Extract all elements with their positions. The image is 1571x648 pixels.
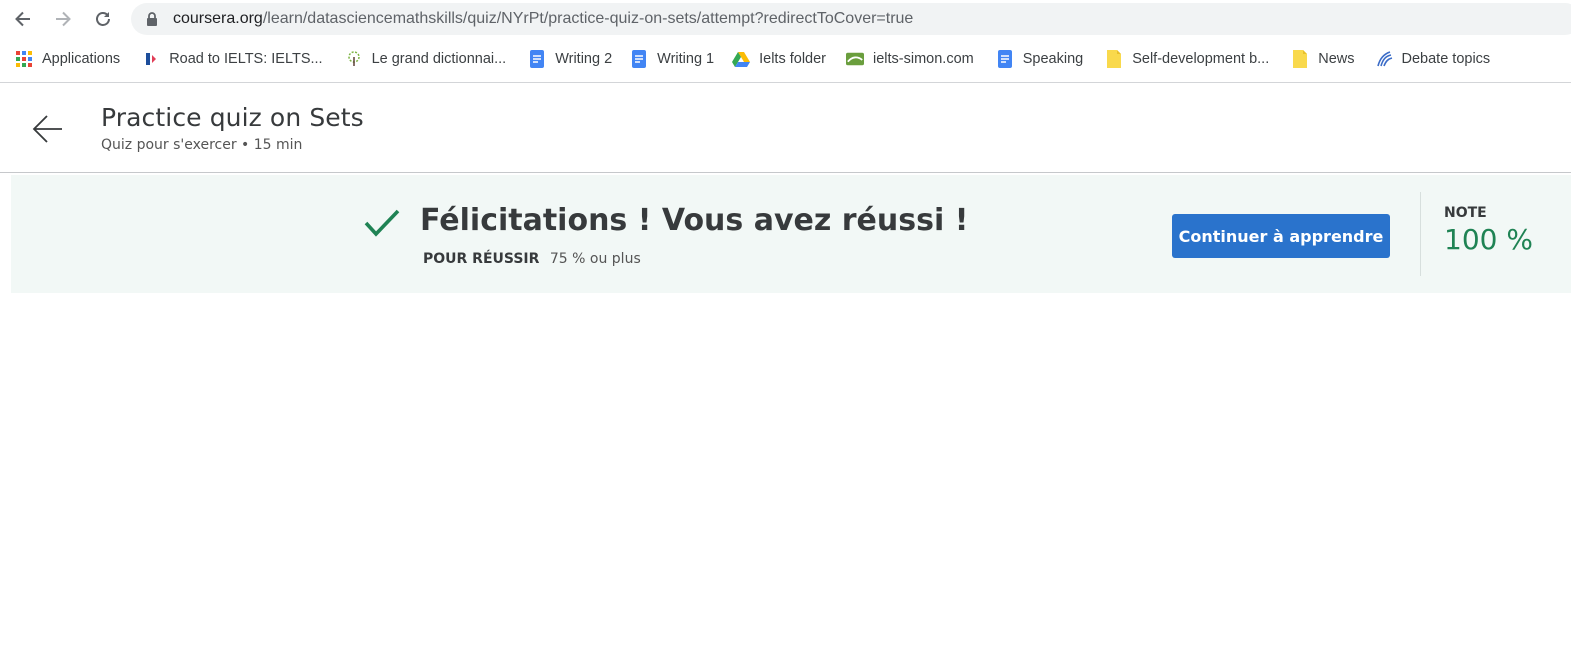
bookmark-ielts-simon[interactable]: ielts-simon.com — [838, 45, 982, 73]
dictionary-tree-icon — [345, 50, 363, 68]
bookmark-label: News — [1318, 51, 1355, 67]
bookmark-label: Road to IELTS: IELTS... — [169, 51, 323, 67]
google-docs-icon — [630, 50, 648, 68]
bookmark-label: Speaking — [1022, 51, 1084, 67]
bookmark-label: Self-development b... — [1132, 51, 1270, 67]
pass-value: 75 % ou plus — [549, 251, 641, 267]
quiz-header: Practice quiz on Sets Quiz pour s'exerce… — [0, 83, 1571, 173]
bookmark-self-development[interactable]: Self-development b... — [1097, 45, 1277, 73]
bookmark-writing-1[interactable]: Writing 1 — [622, 45, 722, 73]
result-banner: Félicitations ! Vous avez réussi ! POUR … — [11, 175, 1571, 293]
bookmark-debate-topics[interactable]: Debate topics — [1367, 45, 1499, 73]
ielts-simon-icon — [846, 50, 865, 68]
bookmark-applications[interactable]: Applications — [7, 45, 128, 73]
folder-note-icon — [1105, 50, 1123, 68]
bookmark-label: Writing 2 — [555, 51, 613, 67]
folder-note-icon — [1291, 50, 1309, 68]
url-text[interactable]: coursera.org/learn/datasciencemathskills… — [173, 10, 913, 28]
lock-icon[interactable] — [146, 12, 158, 31]
passing-requirement: POUR RÉUSSIR 75 % ou plus — [423, 251, 641, 267]
debate-icon — [1375, 50, 1393, 68]
pass-label: POUR RÉUSSIR — [423, 251, 540, 267]
bookmark-label: Debate topics — [1401, 51, 1491, 67]
browser-toolbar: coursera.org/learn/datasciencemathskills… — [0, 0, 1571, 38]
bookmark-speaking[interactable]: Speaking — [988, 45, 1091, 73]
google-drive-icon — [732, 50, 751, 68]
back-arrow-icon[interactable] — [9, 5, 37, 33]
grade-label: NOTE — [1444, 205, 1487, 221]
bookmark-label: Le grand dictionnai... — [371, 51, 507, 67]
checkmark-icon — [363, 207, 401, 244]
bookmark-label: Ielts folder — [759, 51, 827, 67]
bookmarks-bar: Applications Road to IELTS: IELTS... Le … — [0, 42, 1571, 76]
bookmark-label: ielts-simon.com — [873, 51, 974, 67]
grade-value: 100 % — [1444, 223, 1533, 256]
google-docs-icon — [528, 50, 546, 68]
bookmark-road-to-ielts[interactable]: Road to IELTS: IELTS... — [134, 45, 330, 73]
bookmark-grand-dictionnaire[interactable]: Le grand dictionnai... — [337, 45, 515, 73]
bookmark-label: Applications — [42, 51, 121, 67]
bookmark-label: Writing 1 — [657, 51, 715, 67]
apps-grid-icon — [15, 50, 33, 68]
back-arrow-icon[interactable] — [30, 111, 66, 147]
grade-divider — [1420, 192, 1421, 276]
address-bar[interactable]: coursera.org/learn/datasciencemathskills… — [131, 3, 1571, 35]
bookmark-ielts-folder[interactable]: Ielts folder — [724, 45, 834, 73]
forward-arrow-icon[interactable] — [49, 5, 77, 33]
google-docs-icon — [996, 50, 1014, 68]
continue-learning-button[interactable]: Continuer à apprendre — [1172, 214, 1390, 258]
road-to-ielts-icon — [142, 50, 160, 68]
result-heading: Félicitations ! Vous avez réussi ! — [420, 203, 969, 238]
reload-icon[interactable] — [89, 5, 117, 33]
quiz-meta: Quiz pour s'exercer • 15 min — [101, 137, 303, 153]
page-title: Practice quiz on Sets — [101, 103, 364, 132]
bookmark-news[interactable]: News — [1283, 45, 1362, 73]
bookmark-writing-2[interactable]: Writing 2 — [520, 45, 620, 73]
